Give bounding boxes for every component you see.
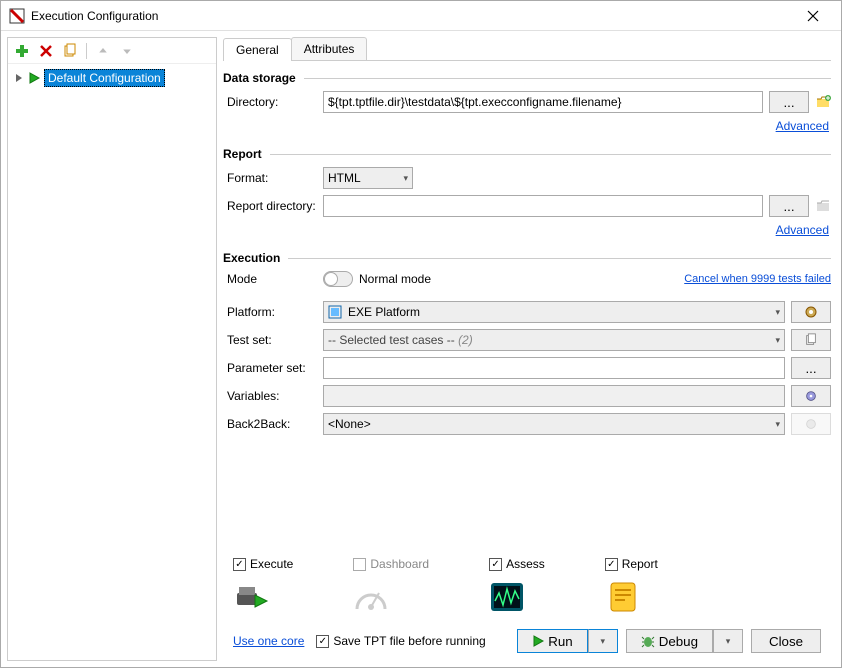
variables-input[interactable]	[323, 385, 785, 407]
platform-label: Platform:	[227, 305, 317, 319]
move-down-button[interactable]	[117, 41, 137, 61]
report-icon	[605, 579, 641, 615]
section-title-report: Report	[223, 147, 262, 161]
mode-value: Normal mode	[359, 272, 431, 286]
testset-select[interactable]: -- Selected test cases -- (2) ▾	[323, 329, 785, 351]
option-execute: ✓Execute	[233, 557, 293, 615]
assess-icon	[489, 579, 525, 615]
tab-general[interactable]: General	[223, 38, 292, 61]
b2b-select[interactable]: <None> ▾	[323, 413, 785, 435]
testset-copy-button[interactable]	[791, 329, 831, 351]
option-dashboard: Dashboard	[353, 557, 429, 615]
chevron-down-icon: ▾	[775, 335, 780, 346]
debug-dropdown[interactable]: ▾	[713, 629, 743, 653]
platform-value: EXE Platform	[348, 305, 420, 319]
run-dropdown[interactable]: ▾	[588, 629, 618, 653]
dashboard-checkbox[interactable]: Dashboard	[353, 557, 429, 571]
bottom-options: ✓Execute Dashboard ✓Assess	[223, 551, 831, 621]
section-data-storage: Data storage Directory: ... Advanced	[223, 71, 831, 133]
variables-config-button[interactable]	[791, 385, 831, 407]
tree-item-label: Default Configuration	[44, 69, 165, 87]
format-value: HTML	[328, 171, 361, 185]
config-tree: Default Configuration	[8, 64, 216, 660]
execute-icon	[233, 579, 269, 615]
paramset-input[interactable]	[323, 357, 785, 379]
testset-label: Test set:	[227, 333, 317, 347]
separator	[86, 43, 87, 59]
save-tpt-checkbox[interactable]: ✓Save TPT file before running	[316, 634, 485, 648]
sidebar: Default Configuration	[7, 37, 217, 661]
testset-value: -- Selected test cases --	[328, 333, 455, 347]
report-dir-label: Report directory:	[227, 199, 317, 213]
delete-button[interactable]	[36, 41, 56, 61]
titlebar: Execution Configuration	[1, 1, 841, 31]
copy-button[interactable]	[60, 41, 80, 61]
report-checkbox[interactable]: ✓Report	[605, 557, 658, 571]
window-title: Execution Configuration	[31, 9, 793, 23]
mode-toggle[interactable]	[323, 271, 353, 287]
chevron-down-icon: ▾	[775, 307, 780, 318]
variables-label: Variables:	[227, 389, 317, 403]
option-report: ✓Report	[605, 557, 658, 615]
testset-count: (2)	[458, 333, 473, 347]
section-report: Report Format: HTML ▾ Report directory: …	[223, 147, 831, 237]
cancel-tests-link[interactable]: Cancel when 9999 tests failed	[684, 273, 831, 285]
section-divider	[270, 154, 831, 155]
platform-config-button[interactable]	[791, 301, 831, 323]
open-folder-icon[interactable]	[815, 198, 831, 214]
close-icon[interactable]	[793, 4, 833, 28]
main-panel: General Attributes Data storage Director…	[217, 31, 841, 667]
b2b-label: Back2Back:	[227, 417, 317, 431]
tree-expand-icon[interactable]	[14, 73, 24, 83]
sidebar-toolbar	[8, 38, 216, 64]
tab-attributes[interactable]: Attributes	[291, 37, 368, 60]
app-icon	[9, 8, 25, 24]
tree-item-default-config[interactable]: Default Configuration	[12, 68, 212, 88]
move-up-button[interactable]	[93, 41, 113, 61]
open-folder-icon[interactable]	[815, 94, 831, 110]
paramset-label: Parameter set:	[227, 361, 317, 375]
chevron-down-icon: ▾	[403, 173, 408, 184]
format-label: Format:	[227, 171, 317, 185]
close-button[interactable]: Close	[751, 629, 821, 653]
platform-select[interactable]: EXE Platform ▾	[323, 301, 785, 323]
section-divider	[288, 258, 831, 259]
section-title-execution: Execution	[223, 251, 280, 265]
section-divider	[304, 78, 831, 79]
b2b-config-button	[791, 413, 831, 435]
format-select[interactable]: HTML ▾	[323, 167, 413, 189]
data-storage-advanced-link[interactable]: Advanced	[776, 119, 829, 133]
section-title-data-storage: Data storage	[223, 71, 296, 85]
debug-button[interactable]: Debug	[626, 629, 713, 653]
b2b-value: <None>	[328, 417, 371, 431]
report-dir-browse-button[interactable]: ...	[769, 195, 809, 217]
dashboard-icon	[353, 579, 389, 615]
directory-browse-button[interactable]: ...	[769, 91, 809, 113]
paramset-browse-button[interactable]: ...	[791, 357, 831, 379]
assess-checkbox[interactable]: ✓Assess	[489, 557, 545, 571]
platform-icon	[328, 305, 342, 319]
run-button[interactable]: Run	[517, 629, 587, 653]
directory-input[interactable]	[323, 91, 763, 113]
section-execution: Execution Mode Normal mode Cancel when 9…	[223, 251, 831, 441]
execute-checkbox[interactable]: ✓Execute	[233, 557, 293, 571]
tabs: General Attributes	[223, 37, 831, 61]
directory-label: Directory:	[227, 95, 317, 109]
report-dir-input[interactable]	[323, 195, 763, 217]
mode-label: Mode	[227, 272, 317, 286]
footer: Use one core ✓Save TPT file before runni…	[223, 621, 831, 661]
add-button[interactable]	[12, 41, 32, 61]
report-advanced-link[interactable]: Advanced	[776, 223, 829, 237]
play-icon	[28, 72, 40, 84]
chevron-down-icon: ▾	[775, 419, 780, 430]
option-assess: ✓Assess	[489, 557, 545, 615]
use-one-core-link[interactable]: Use one core	[233, 634, 304, 648]
